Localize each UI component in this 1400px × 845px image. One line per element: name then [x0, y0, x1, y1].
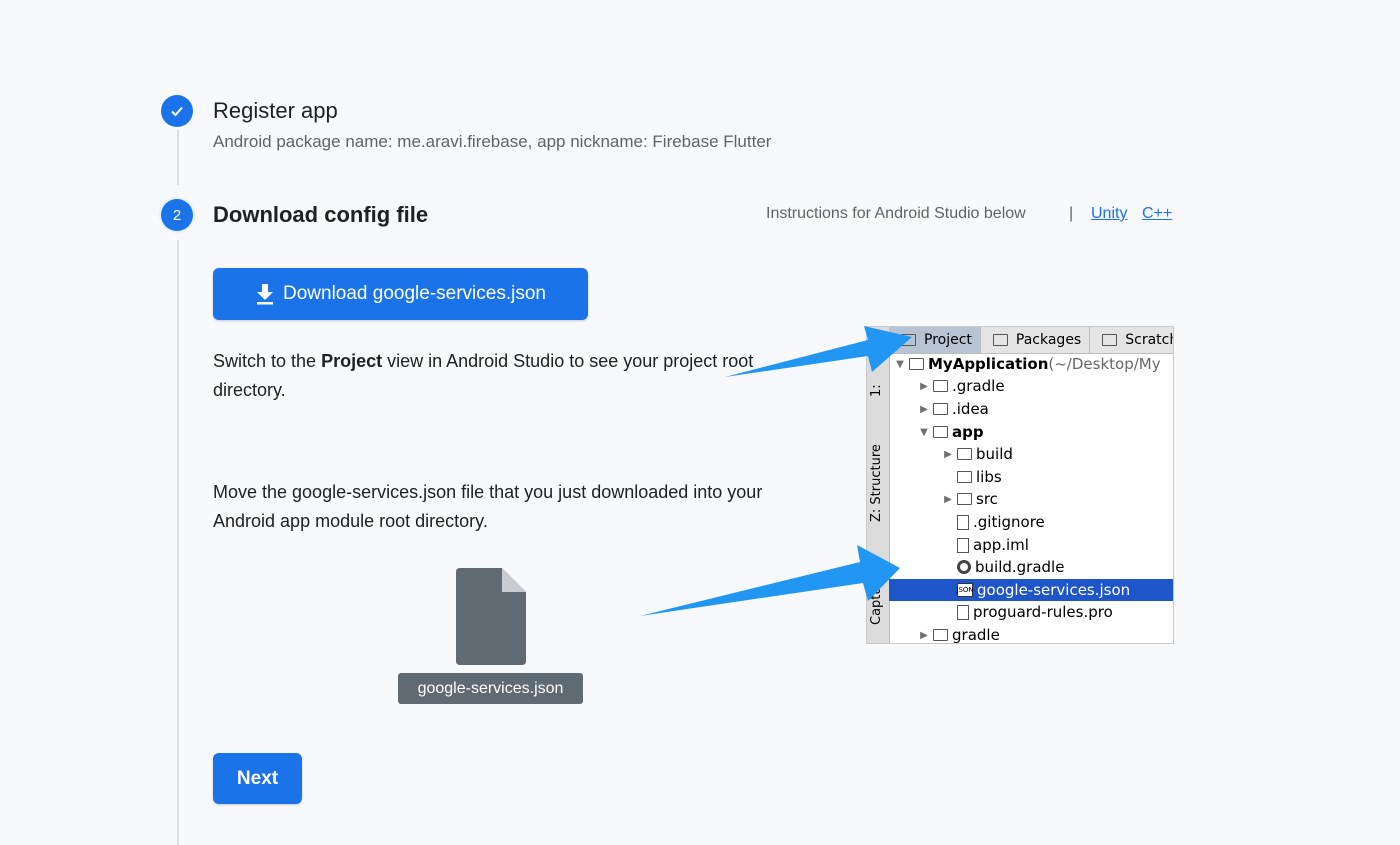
arrow-to-project-tab-icon: [725, 326, 912, 377]
arrow-to-json-file-icon: [640, 545, 900, 616]
pointer-arrows: [640, 326, 912, 616]
